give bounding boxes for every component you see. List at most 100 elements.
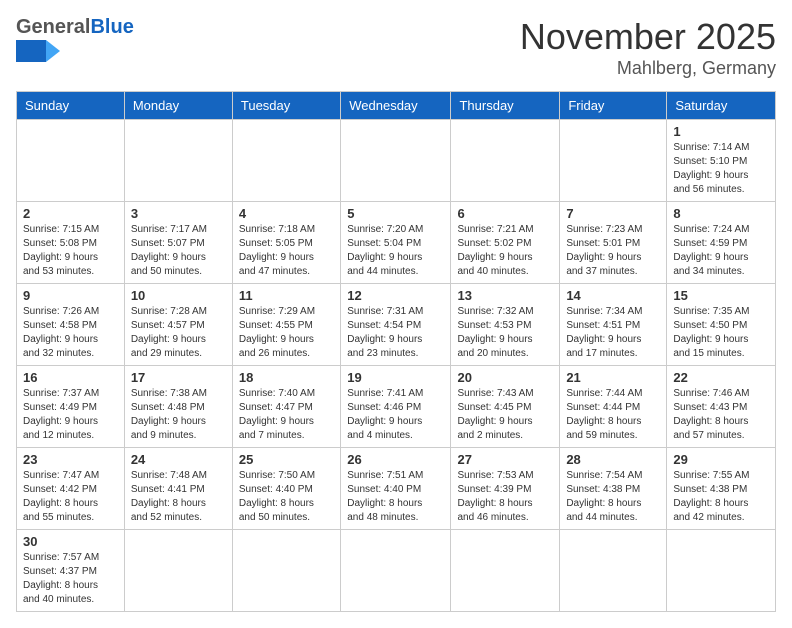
table-row: 27 Sunrise: 7:53 AM Sunset: 4:39 PM Dayli… — [451, 448, 560, 530]
day-info: Sunrise: 7:55 AM Sunset: 4:38 PM Dayligh… — [673, 469, 769, 525]
table-row: 30 Sunrise: 7:57 AM Sunset: 4:37 PM Dayli… — [17, 530, 125, 612]
table-row: 29Sunrise: 7:55 AM Sunset: 4:38 PM Dayli… — [667, 448, 776, 530]
day-number: 13 — [457, 288, 553, 303]
calendar-week-row: 1 Sunrise: 7:14 AM Sunset: 5:10 PM Daylig… — [17, 120, 776, 202]
calendar-table: Sunday Monday Tuesday Wednesday Thursday… — [16, 91, 776, 612]
logo-general-text: General — [16, 16, 90, 38]
day-info: Sunrise: 7:18 AM Sunset: 5:05 PM Dayligh… — [239, 223, 334, 279]
day-number: 27 — [457, 452, 553, 467]
col-thursday: Thursday — [451, 92, 560, 120]
day-number: 15 — [673, 288, 769, 303]
day-number: 28 — [566, 452, 660, 467]
day-number: 25 — [239, 452, 334, 467]
day-info: Sunrise: 7:34 AM Sunset: 4:51 PM Dayligh… — [566, 305, 660, 361]
table-row: 21 Sunrise: 7:44 AM Sunset: 4:44 PM Dayli… — [560, 366, 667, 448]
table-row: 20Sunrise: 7:43 AM Sunset: 4:45 PM Dayli… — [451, 366, 560, 448]
day-info: Sunrise: 7:35 AM Sunset: 4:50 PM Dayligh… — [673, 305, 769, 361]
day-info: Sunrise: 7:15 AM Sunset: 5:08 PM Dayligh… — [23, 223, 118, 279]
day-number: 12 — [347, 288, 444, 303]
table-row — [451, 120, 560, 202]
day-info: Sunrise: 7:20 AM Sunset: 5:04 PM Dayligh… — [347, 223, 444, 279]
day-info: Sunrise: 7:14 AM Sunset: 5:10 PM Dayligh… — [673, 141, 769, 197]
day-number: 10 — [131, 288, 226, 303]
table-row: 24 Sunrise: 7:48 AM Sunset: 4:41 PM Dayli… — [124, 448, 232, 530]
day-info: Sunrise: 7:50 AM Sunset: 4:40 PM Dayligh… — [239, 469, 334, 525]
logo-icon — [16, 40, 60, 62]
table-row: 10 Sunrise: 7:28 AM Sunset: 4:57 PM Dayli… — [124, 284, 232, 366]
table-row — [232, 530, 340, 612]
table-row: 19Sunrise: 7:41 AM Sunset: 4:46 PM Dayli… — [341, 366, 451, 448]
day-info: Sunrise: 7:40 AM Sunset: 4:47 PM Dayligh… — [239, 387, 334, 443]
day-info: Sunrise: 7:41 AM Sunset: 4:46 PM Dayligh… — [347, 387, 444, 443]
table-row — [17, 120, 125, 202]
day-number: 22 — [673, 370, 769, 385]
table-row: 16Sunrise: 7:37 AM Sunset: 4:49 PM Dayli… — [17, 366, 125, 448]
day-info: Sunrise: 7:54 AM Sunset: 4:38 PM Dayligh… — [566, 469, 660, 525]
table-row: 14 Sunrise: 7:34 AM Sunset: 4:51 PM Dayli… — [560, 284, 667, 366]
table-row: 7Sunrise: 7:23 AM Sunset: 5:01 PM Daylig… — [560, 202, 667, 284]
day-number: 3 — [131, 206, 226, 221]
day-number: 24 — [131, 452, 226, 467]
day-number: 8 — [673, 206, 769, 221]
day-number: 18 — [239, 370, 334, 385]
day-info: Sunrise: 7:38 AM Sunset: 4:48 PM Dayligh… — [131, 387, 226, 443]
calendar-week-row: 9Sunrise: 7:26 AM Sunset: 4:58 PM Daylig… — [17, 284, 776, 366]
table-row — [560, 120, 667, 202]
day-info: Sunrise: 7:51 AM Sunset: 4:40 PM Dayligh… — [347, 469, 444, 525]
col-friday: Friday — [560, 92, 667, 120]
table-row — [451, 530, 560, 612]
col-wednesday: Wednesday — [341, 92, 451, 120]
col-tuesday: Tuesday — [232, 92, 340, 120]
day-info: Sunrise: 7:32 AM Sunset: 4:53 PM Dayligh… — [457, 305, 553, 361]
day-number: 21 — [566, 370, 660, 385]
table-row: 26 Sunrise: 7:51 AM Sunset: 4:40 PM Dayli… — [341, 448, 451, 530]
day-info: Sunrise: 7:46 AM Sunset: 4:43 PM Dayligh… — [673, 387, 769, 443]
table-row: 2 Sunrise: 7:15 AM Sunset: 5:08 PM Daylig… — [17, 202, 125, 284]
day-number: 1 — [673, 124, 769, 139]
table-row: 9Sunrise: 7:26 AM Sunset: 4:58 PM Daylig… — [17, 284, 125, 366]
table-row: 8 Sunrise: 7:24 AM Sunset: 4:59 PM Daylig… — [667, 202, 776, 284]
table-row — [232, 120, 340, 202]
day-info: Sunrise: 7:57 AM Sunset: 4:37 PM Dayligh… — [23, 551, 118, 607]
table-row: 12 Sunrise: 7:31 AM Sunset: 4:54 PM Dayli… — [341, 284, 451, 366]
table-row: 25 Sunrise: 7:50 AM Sunset: 4:40 PM Dayli… — [232, 448, 340, 530]
table-row: 18 Sunrise: 7:40 AM Sunset: 4:47 PM Dayli… — [232, 366, 340, 448]
logo: GeneralBlue — [16, 16, 134, 62]
col-monday: Monday — [124, 92, 232, 120]
day-info: Sunrise: 7:44 AM Sunset: 4:44 PM Dayligh… — [566, 387, 660, 443]
day-number: 5 — [347, 206, 444, 221]
title-area: November 2025 Mahlberg, Germany — [520, 16, 776, 79]
logo-blue-text: Blue — [90, 16, 133, 38]
table-row — [341, 530, 451, 612]
day-info: Sunrise: 7:47 AM Sunset: 4:42 PM Dayligh… — [23, 469, 118, 525]
col-saturday: Saturday — [667, 92, 776, 120]
day-number: 26 — [347, 452, 444, 467]
table-row: 17Sunrise: 7:38 AM Sunset: 4:48 PM Dayli… — [124, 366, 232, 448]
day-info: Sunrise: 7:48 AM Sunset: 4:41 PM Dayligh… — [131, 469, 226, 525]
day-number: 9 — [23, 288, 118, 303]
day-info: Sunrise: 7:17 AM Sunset: 5:07 PM Dayligh… — [131, 223, 226, 279]
day-number: 30 — [23, 534, 118, 549]
day-info: Sunrise: 7:53 AM Sunset: 4:39 PM Dayligh… — [457, 469, 553, 525]
table-row: 22 Sunrise: 7:46 AM Sunset: 4:43 PM Dayli… — [667, 366, 776, 448]
day-number: 2 — [23, 206, 118, 221]
day-info: Sunrise: 7:31 AM Sunset: 4:54 PM Dayligh… — [347, 305, 444, 361]
table-row — [667, 530, 776, 612]
day-number: 6 — [457, 206, 553, 221]
table-row: 11 Sunrise: 7:29 AM Sunset: 4:55 PM Dayli… — [232, 284, 340, 366]
day-info: Sunrise: 7:29 AM Sunset: 4:55 PM Dayligh… — [239, 305, 334, 361]
table-row — [341, 120, 451, 202]
table-row — [124, 120, 232, 202]
day-number: 7 — [566, 206, 660, 221]
day-info: Sunrise: 7:24 AM Sunset: 4:59 PM Dayligh… — [673, 223, 769, 279]
col-sunday: Sunday — [17, 92, 125, 120]
table-row: 1 Sunrise: 7:14 AM Sunset: 5:10 PM Daylig… — [667, 120, 776, 202]
day-number: 14 — [566, 288, 660, 303]
table-row: 15 Sunrise: 7:35 AM Sunset: 4:50 PM Dayli… — [667, 284, 776, 366]
day-number: 4 — [239, 206, 334, 221]
day-info: Sunrise: 7:28 AM Sunset: 4:57 PM Dayligh… — [131, 305, 226, 361]
calendar-week-row: 23Sunrise: 7:47 AM Sunset: 4:42 PM Dayli… — [17, 448, 776, 530]
logo-text: GeneralBlue — [16, 16, 134, 62]
sub-title: Mahlberg, Germany — [520, 58, 776, 79]
day-number: 11 — [239, 288, 334, 303]
